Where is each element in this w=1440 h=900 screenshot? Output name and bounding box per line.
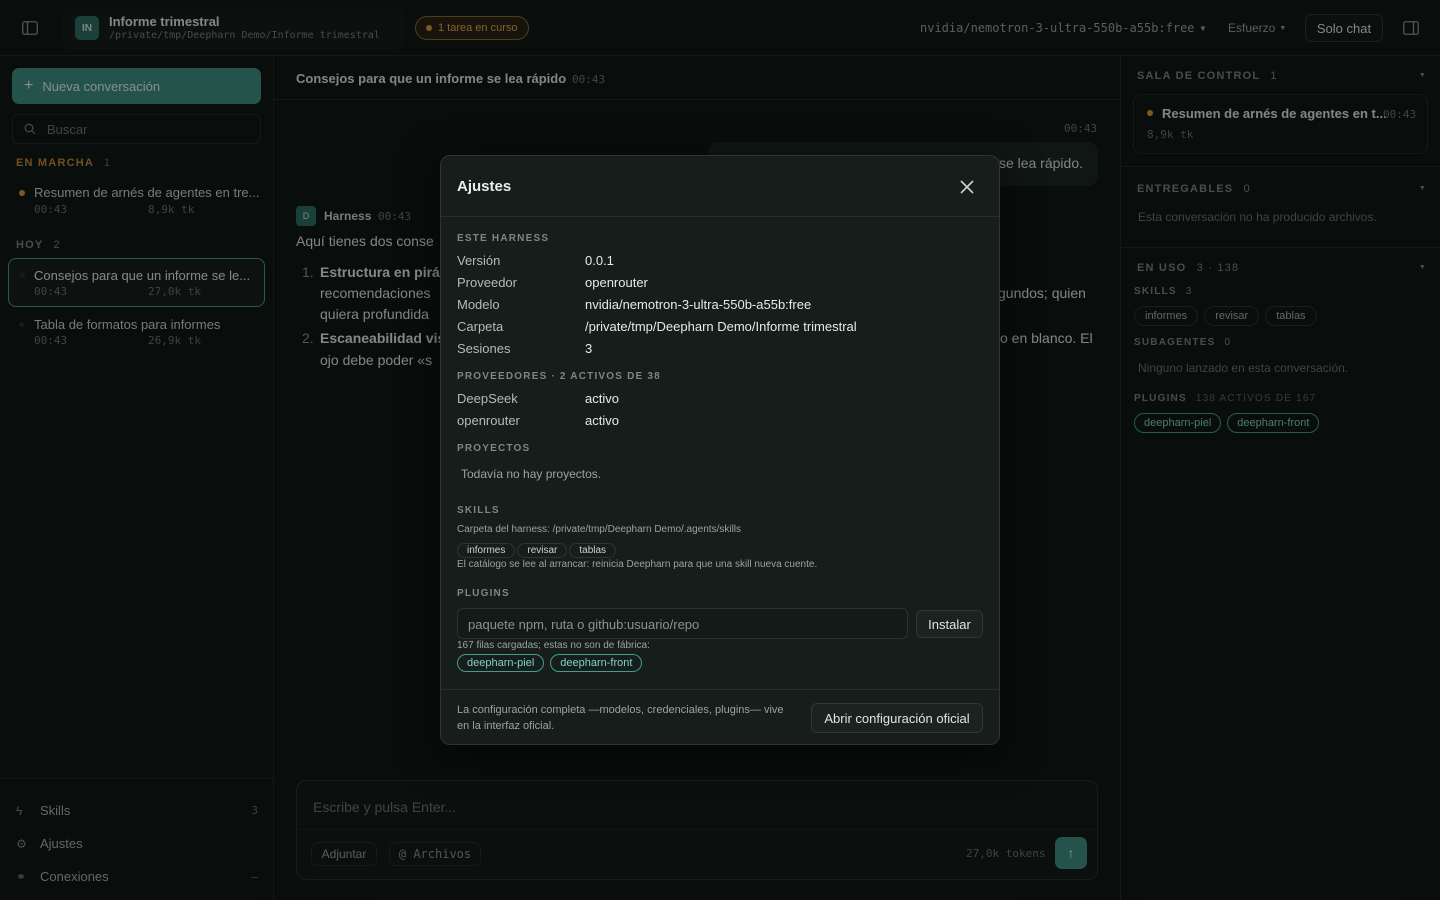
skill-chip[interactable]: revisar <box>517 543 568 558</box>
skills-folder: Carpeta del harness: /private/tmp/Deepha… <box>457 524 742 535</box>
row-value: 0.0.1 <box>585 252 614 268</box>
harness-info: Versión 0.0.1 Proveedor openrouter Modelo n… <box>457 249 987 359</box>
row-value: activo <box>585 412 619 428</box>
harness-section-label: ESTE HARNESS <box>457 233 550 244</box>
modal-plugins-chips: deepharn-piel deepharn-front <box>457 653 648 672</box>
row-key: DeepSeek <box>457 390 518 406</box>
open-official-settings-button[interactable]: Abrir configuración oficial <box>811 703 983 733</box>
settings-modal: Ajustes ESTE HARNESS Versión 0.0.1 Provee… <box>440 155 1000 745</box>
plugins-note: 167 filas cargadas; estas no son de fábr… <box>457 640 650 651</box>
plugin-chip[interactable]: deepharn-piel <box>457 654 545 672</box>
modal-footer: La configuración completa —modelos, cred… <box>441 689 999 744</box>
providers-section-label: PROVEEDORES · 2 ACTIVOS DE 38 <box>457 371 661 382</box>
row-key: Versión <box>457 252 501 268</box>
plugins-section-label: PLUGINS <box>457 588 510 599</box>
harness-row: Versión 0.0.1 <box>457 249 987 271</box>
row-value: openrouter <box>585 274 648 290</box>
modal-title: Ajustes <box>457 178 512 195</box>
harness-row: Carpeta/private/tmp/Deepharn Demo/Inform… <box>457 315 987 337</box>
plugin-input[interactable]: paquete npm, ruta o github:usuario/repo <box>457 608 908 639</box>
modal-skills-chips: informes revisar tablas <box>457 540 622 558</box>
modal-header: Ajustes <box>441 156 999 217</box>
row-key: Modelo <box>457 296 500 312</box>
row-value: activo <box>585 390 619 406</box>
plugin-chip[interactable]: deepharn-front <box>550 654 643 672</box>
skill-chip[interactable]: informes <box>457 543 516 558</box>
row-value: /private/tmp/Deepharn Demo/Informe trime… <box>585 318 857 334</box>
plugin-input-placeholder: paquete npm, ruta o github:usuario/repo <box>468 617 700 632</box>
skills-note: El catálogo se lee al arrancar: reinicia… <box>457 559 818 570</box>
close-icon[interactable] <box>957 177 977 197</box>
provider-row: DeepSeek activo <box>457 387 987 409</box>
row-value: 3 <box>585 340 593 356</box>
row-value: nvidia/nemotron-3-ultra-550b-a55b:free <box>585 296 812 312</box>
projects-section-label: PROYECTOS <box>457 443 531 454</box>
harness-row: Proveedor openrouter <box>457 271 987 293</box>
provider-row: openrouter activo <box>457 409 987 431</box>
row-key: Proveedor <box>457 274 517 290</box>
harness-row: Modelo nvidia/nemotron-3-ultra-550b-a55b:… <box>457 293 987 315</box>
footer-note: La configuración completa —modelos, cred… <box>457 704 784 732</box>
row-key: openrouter <box>457 412 520 428</box>
install-button[interactable]: Instalar <box>916 610 983 638</box>
projects-empty: Todavía no hay proyectos. <box>461 467 602 481</box>
row-key: Sesiones <box>457 340 511 356</box>
providers-info: DeepSeek activo openrouter activo <box>457 387 987 431</box>
harness-row: Sesiones 3 <box>457 337 987 359</box>
row-key: Carpeta <box>457 318 504 334</box>
skill-chip[interactable]: tablas <box>569 543 617 558</box>
skills-section-label: SKILLS <box>457 505 500 516</box>
